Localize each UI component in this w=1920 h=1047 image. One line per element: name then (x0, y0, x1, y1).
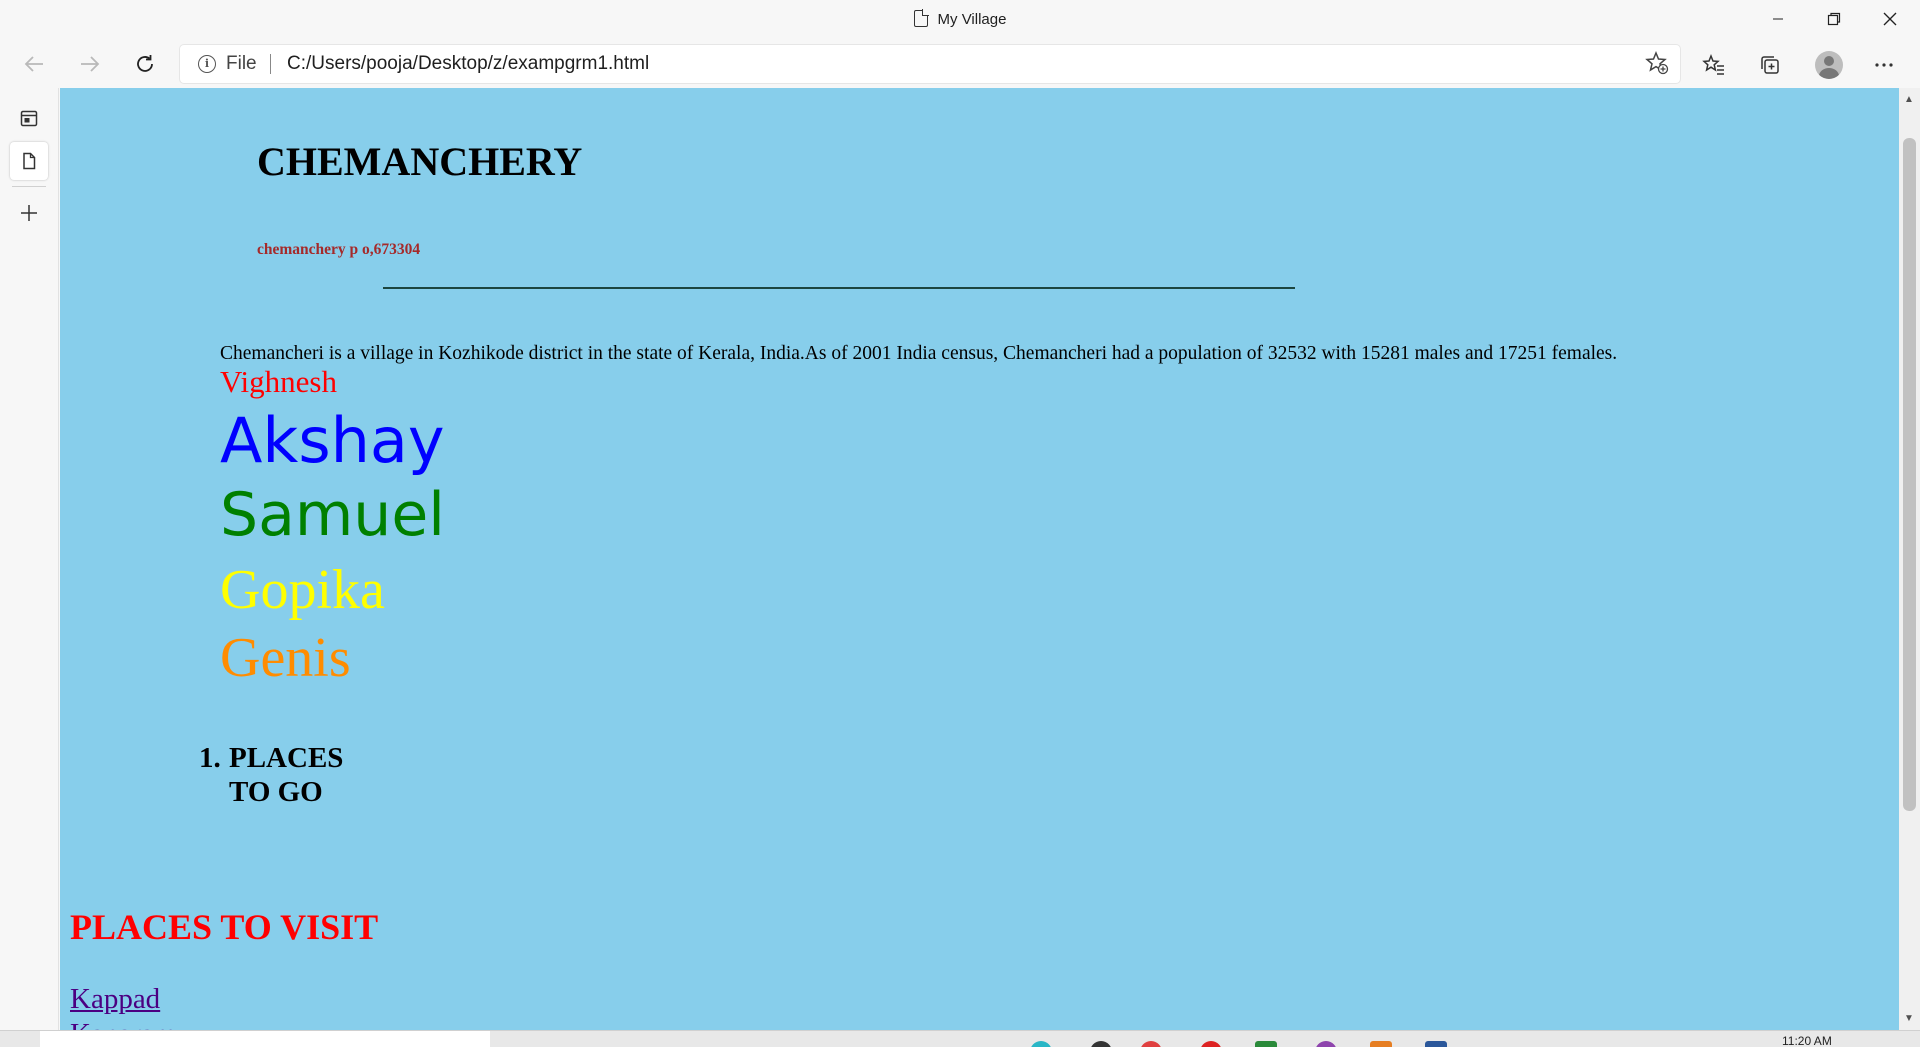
horizontal-rule (383, 287, 1295, 289)
taskbar-app-icon[interactable] (1030, 1041, 1052, 1047)
address-separator (270, 54, 271, 74)
new-tab-plus-icon[interactable] (10, 194, 48, 232)
scroll-thumb[interactable] (1903, 138, 1916, 811)
favorites-add-icon[interactable] (1644, 51, 1670, 77)
name-samuel: Samuel (220, 480, 445, 550)
window-title: My Village (0, 9, 1920, 28)
back-button[interactable] (16, 46, 52, 82)
link-kappad[interactable]: Kappad (70, 983, 160, 1016)
link-kanaram[interactable]: Kanaram (70, 1018, 176, 1030)
taskbar: 11:20 AM (0, 1030, 1920, 1047)
refresh-icon (137, 55, 153, 72)
page-tab-icon[interactable] (10, 142, 48, 180)
name-akshay: Akshay (220, 404, 445, 477)
scroll-down-arrow-icon[interactable]: ▼ (1903, 1013, 1915, 1025)
close-button[interactable] (1862, 0, 1918, 38)
places-to-visit-heading: PLACES TO VISIT (70, 907, 379, 947)
collections-icon[interactable] (1754, 49, 1786, 81)
tab-actions-icon[interactable] (10, 99, 48, 137)
minimize-icon (1773, 18, 1783, 20)
name-vighnesh: Vighnesh (220, 364, 337, 399)
sidebar-divider (12, 186, 46, 187)
address-text: chemanchery p o,673304 (257, 241, 421, 258)
document-icon (913, 9, 929, 27)
list-item-line-2: TO GO (229, 776, 323, 808)
scroll-up-arrow-icon[interactable]: ▲ (1903, 94, 1915, 106)
taskbar-app-icon[interactable] (1255, 1041, 1277, 1047)
forward-button[interactable] (72, 46, 108, 82)
refresh-button[interactable] (127, 46, 163, 82)
restore-button[interactable] (1806, 0, 1862, 38)
arrow-left-icon (24, 56, 43, 72)
arrow-right-icon (81, 56, 100, 72)
taskbar-app-icon[interactable] (1200, 1041, 1222, 1047)
minimize-button[interactable] (1750, 0, 1806, 38)
page-heading: CHEMANCHERY (257, 139, 583, 184)
scheme-label: File (226, 53, 257, 74)
taskbar-search[interactable] (40, 1031, 490, 1047)
browser-toolbar: i File C:/Users/pooja/Desktop/z/exampgrm… (0, 40, 1920, 88)
title-bar: My Village (0, 0, 1920, 40)
village-paragraph: Chemancheri is a village in Kozhikode di… (220, 343, 1618, 364)
taskbar-app-icon[interactable] (1425, 1041, 1447, 1047)
list-item-text: PLACES TO GO (229, 741, 369, 809)
address-bar[interactable]: i File C:/Users/pooja/Desktop/z/exampgrm… (180, 45, 1680, 83)
name-gopika: Gopika (220, 559, 385, 621)
vertical-tab-strip (0, 88, 59, 1033)
page-viewport: CHEMANCHERY chemanchery p o,673304 Chema… (60, 88, 1899, 1030)
taskbar-app-icon[interactable] (1315, 1041, 1337, 1047)
more-icon[interactable] (1868, 49, 1900, 81)
taskbar-app-icon[interactable] (1370, 1041, 1392, 1047)
restore-icon (1827, 12, 1841, 26)
taskbar-clock[interactable]: 11:20 AM (1782, 1034, 1832, 1047)
favorites-icon[interactable] (1698, 49, 1730, 81)
taskbar-app-icon[interactable] (1090, 1041, 1112, 1047)
list-number: 1. (199, 742, 221, 774)
window-title-text: My Village (937, 11, 1007, 28)
info-icon[interactable]: i (198, 55, 216, 73)
url-text[interactable]: C:/Users/pooja/Desktop/z/exampgrm1.html (287, 53, 649, 75)
taskbar-app-icon[interactable] (1140, 1041, 1162, 1047)
profile-avatar[interactable] (1815, 51, 1843, 79)
close-icon (1883, 12, 1897, 26)
list-item-line-1: PLACES (229, 742, 344, 774)
name-genis: Genis (220, 627, 351, 689)
vertical-scrollbar[interactable]: ▲ ▼ (1899, 88, 1920, 1030)
